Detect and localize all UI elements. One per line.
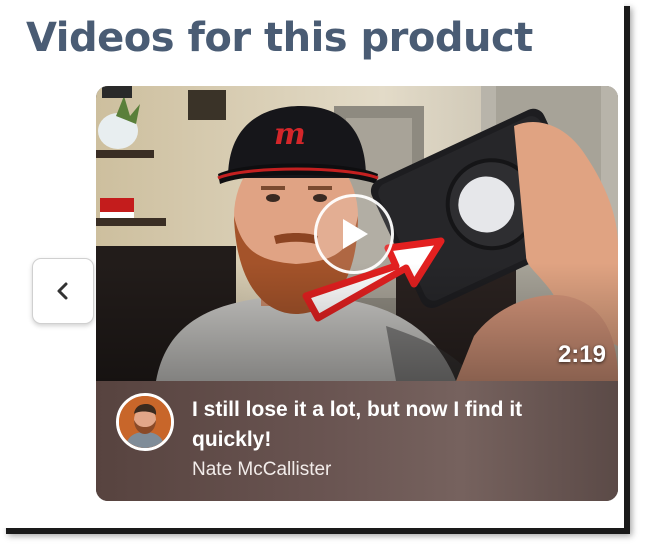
- video-info-bar: I still lose it a lot, but now I find it…: [96, 381, 618, 501]
- carousel-prev-button[interactable]: [32, 258, 94, 324]
- section-title: Videos for this product: [26, 15, 533, 61]
- play-icon: [343, 219, 368, 249]
- play-button[interactable]: [314, 194, 394, 274]
- chevron-left-icon: [57, 282, 68, 300]
- video-thumbnail[interactable]: m 2:19: [96, 86, 618, 381]
- video-card[interactable]: m 2:19: [96, 86, 618, 501]
- video-duration: 2:19: [557, 341, 606, 368]
- video-author: Nate McCallister: [192, 459, 332, 480]
- author-avatar: [116, 393, 174, 451]
- video-caption: I still lose it a lot, but now I find it…: [192, 398, 523, 451]
- videos-panel: Videos for this product 2:19 I still los…: [0, 0, 624, 528]
